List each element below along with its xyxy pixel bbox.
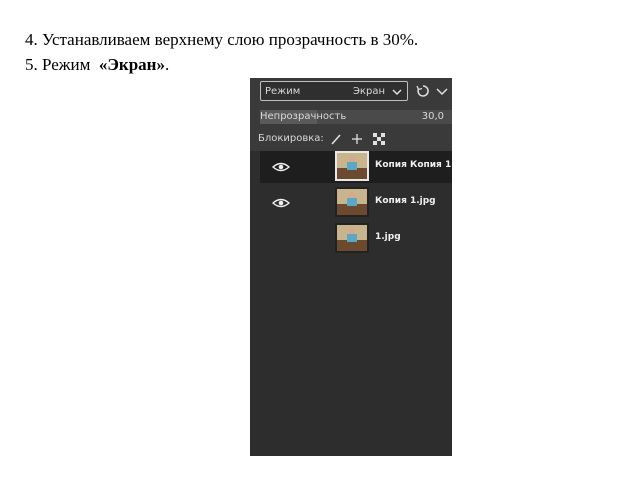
- instruction-step-5: 5. Режим «Экран».: [25, 55, 169, 75]
- mode-value: Экран: [352, 86, 385, 97]
- mode-row: Режим Экран: [250, 78, 452, 106]
- opacity-label: Непрозрачность: [260, 111, 347, 122]
- eye-visibility-icon[interactable]: [272, 161, 290, 173]
- layer-row[interactable]: Копия Копия 1: [260, 151, 452, 183]
- step-5-prefix: 5. Режим: [25, 55, 99, 74]
- layer-name[interactable]: Копия Копия 1: [375, 160, 451, 170]
- lock-row: Блокировка:: [258, 131, 385, 147]
- lock-alpha-checker-icon[interactable]: [373, 133, 385, 145]
- opacity-slider[interactable]: Непрозрачность 30,0: [260, 110, 452, 124]
- layer-thumbnail: [335, 223, 369, 253]
- reset-mode-icon[interactable]: [416, 84, 430, 98]
- lock-label: Блокировка:: [258, 133, 324, 144]
- chevron-down-icon: [392, 89, 402, 96]
- eye-visibility-icon[interactable]: [272, 197, 290, 209]
- lock-position-move-icon[interactable]: [351, 133, 363, 145]
- layer-list: Копия Копия 1 Копия 1.jpg 1.jpg: [250, 151, 452, 456]
- mode-label: Режим: [265, 86, 301, 97]
- step-5-suffix: .: [164, 55, 170, 74]
- step-5-mode-name: «Экран»: [98, 55, 165, 74]
- layer-thumbnail: [335, 187, 369, 217]
- opacity-value: 30,0: [421, 111, 444, 122]
- layers-panel: Режим Экран Непрозрачность 30,0 Блокиров…: [250, 78, 452, 456]
- layer-row[interactable]: Копия 1.jpg: [260, 187, 452, 219]
- chevron-down-icon[interactable]: [436, 84, 448, 98]
- layer-thumbnail: [335, 151, 369, 181]
- layer-row[interactable]: 1.jpg: [260, 223, 452, 255]
- lock-pixels-brush-icon[interactable]: [330, 133, 342, 145]
- mode-dropdown[interactable]: Режим Экран: [260, 81, 408, 101]
- instruction-step-4: 4. Устанавливаем верхнему слою прозрачно…: [25, 30, 419, 49]
- layer-name[interactable]: 1.jpg: [375, 232, 401, 242]
- layer-name[interactable]: Копия 1.jpg: [375, 196, 436, 206]
